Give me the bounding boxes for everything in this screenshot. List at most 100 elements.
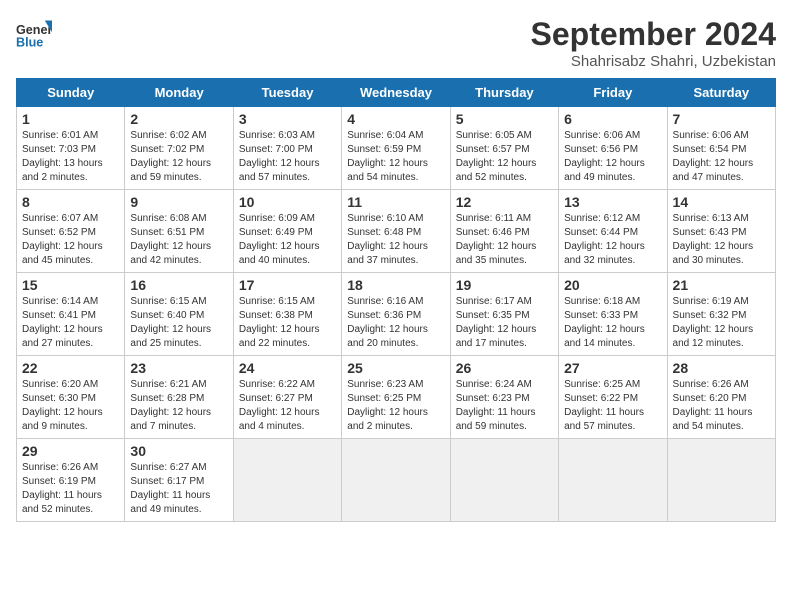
day-info: Sunrise: 6:06 AM Sunset: 6:54 PM Dayligh… [673,129,770,185]
calendar-cell: 27Sunrise: 6:25 AM Sunset: 6:22 PM Dayli… [559,356,667,439]
day-number: 6 [564,111,661,127]
day-number: 5 [456,111,553,127]
calendar-cell: 5Sunrise: 6:05 AM Sunset: 6:57 PM Daylig… [450,107,558,190]
calendar-table: SundayMondayTuesdayWednesdayThursdayFrid… [16,78,776,522]
calendar-cell: 15 Sunrise: 6:14 AM Sunset: 6:41 PM Dayli… [17,273,125,356]
calendar-cell: 29Sunrise: 6:26 AM Sunset: 6:19 PM Dayli… [17,439,125,522]
calendar-week-3: 15 Sunrise: 6:14 AM Sunset: 6:41 PM Dayli… [17,273,776,356]
calendar-cell: 14Sunrise: 6:13 AM Sunset: 6:43 PM Dayli… [667,190,775,273]
day-number: 15 [22,277,119,293]
day-number: 25 [347,360,444,376]
day-number: 23 [130,360,227,376]
calendar-cell [667,439,775,522]
calendar-cell: 17 Sunrise: 6:15 AM Sunset: 6:38 PM Dayli… [233,273,341,356]
day-info: Sunrise: 6:16 AM Sunset: 6:36 PM Dayligh… [347,295,444,351]
calendar-cell: 26 Sunrise: 6:24 AM Sunset: 6:23 PM Dayli… [450,356,558,439]
day-number: 11 [347,194,444,210]
day-number: 14 [673,194,770,210]
day-number: 13 [564,194,661,210]
day-info: Sunrise: 6:07 AM Sunset: 6:52 PM Dayligh… [22,212,119,268]
day-number: 12 [456,194,553,210]
weekday-header-friday: Friday [559,79,667,107]
day-info: Sunrise: 6:20 AM Sunset: 6:30 PM Dayligh… [22,378,119,434]
day-info: Sunrise: 6:10 AM Sunset: 6:48 PM Dayligh… [347,212,444,268]
day-number: 3 [239,111,336,127]
day-number: 1 [22,111,119,127]
day-number: 16 [130,277,227,293]
day-info: Sunrise: 6:04 AM Sunset: 6:59 PM Dayligh… [347,129,444,185]
location: Shahrisabz Shahri, Uzbekistan [531,53,776,70]
weekday-header-row: SundayMondayTuesdayWednesdayThursdayFrid… [17,79,776,107]
calendar-cell: 13 Sunrise: 6:12 AM Sunset: 6:44 PM Dayli… [559,190,667,273]
calendar-cell: 1 Sunrise: 6:01 AM Sunset: 7:03 PM Daylig… [17,107,125,190]
day-number: 26 [456,360,553,376]
day-info: Sunrise: 6:26 AM Sunset: 6:19 PM Dayligh… [22,461,119,517]
day-info: Sunrise: 6:18 AM Sunset: 6:33 PM Dayligh… [564,295,661,351]
calendar-week-5: 29Sunrise: 6:26 AM Sunset: 6:19 PM Dayli… [17,439,776,522]
title-area: September 2024 Shahrisabz Shahri, Uzbeki… [531,16,776,70]
day-info: Sunrise: 6:06 AM Sunset: 6:56 PM Dayligh… [564,129,661,185]
day-info: Sunrise: 6:19 AM Sunset: 6:32 PM Dayligh… [673,295,770,351]
day-info: Sunrise: 6:12 AM Sunset: 6:44 PM Dayligh… [564,212,661,268]
day-number: 9 [130,194,227,210]
day-info: Sunrise: 6:24 AM Sunset: 6:23 PM Dayligh… [456,378,553,434]
calendar-cell: 3 Sunrise: 6:03 AM Sunset: 7:00 PM Daylig… [233,107,341,190]
day-number: 22 [22,360,119,376]
day-number: 30 [130,443,227,459]
day-number: 24 [239,360,336,376]
weekday-header-monday: Monday [125,79,233,107]
weekday-header-wednesday: Wednesday [342,79,450,107]
calendar-cell: 2 Sunrise: 6:02 AM Sunset: 7:02 PM Daylig… [125,107,233,190]
day-number: 7 [673,111,770,127]
day-info: Sunrise: 6:03 AM Sunset: 7:00 PM Dayligh… [239,129,336,185]
day-info: Sunrise: 6:09 AM Sunset: 6:49 PM Dayligh… [239,212,336,268]
day-number: 27 [564,360,661,376]
day-info: Sunrise: 6:23 AM Sunset: 6:25 PM Dayligh… [347,378,444,434]
calendar-cell: 16 Sunrise: 6:15 AM Sunset: 6:40 PM Dayli… [125,273,233,356]
calendar-body: 1 Sunrise: 6:01 AM Sunset: 7:03 PM Daylig… [17,107,776,522]
calendar-cell: 10Sunrise: 6:09 AM Sunset: 6:49 PM Dayli… [233,190,341,273]
calendar-cell: 6 Sunrise: 6:06 AM Sunset: 6:56 PM Daylig… [559,107,667,190]
day-info: Sunrise: 6:26 AM Sunset: 6:20 PM Dayligh… [673,378,770,434]
day-info: Sunrise: 6:27 AM Sunset: 6:17 PM Dayligh… [130,461,227,517]
calendar-cell [559,439,667,522]
calendar-cell: 20 Sunrise: 6:18 AM Sunset: 6:33 PM Dayli… [559,273,667,356]
calendar-week-2: 8 Sunrise: 6:07 AM Sunset: 6:52 PM Daylig… [17,190,776,273]
day-number: 18 [347,277,444,293]
day-info: Sunrise: 6:02 AM Sunset: 7:02 PM Dayligh… [130,129,227,185]
calendar-cell: 8 Sunrise: 6:07 AM Sunset: 6:52 PM Daylig… [17,190,125,273]
calendar-cell [342,439,450,522]
day-number: 28 [673,360,770,376]
day-number: 8 [22,194,119,210]
calendar-cell: 18 Sunrise: 6:16 AM Sunset: 6:36 PM Dayli… [342,273,450,356]
day-number: 17 [239,277,336,293]
day-number: 2 [130,111,227,127]
day-info: Sunrise: 6:15 AM Sunset: 6:40 PM Dayligh… [130,295,227,351]
day-info: Sunrise: 6:17 AM Sunset: 6:35 PM Dayligh… [456,295,553,351]
calendar-cell: 12 Sunrise: 6:11 AM Sunset: 6:46 PM Dayli… [450,190,558,273]
page-header: General Blue September 2024 Shahrisabz S… [16,16,776,70]
day-number: 20 [564,277,661,293]
calendar-cell: 25 Sunrise: 6:23 AM Sunset: 6:25 PM Dayli… [342,356,450,439]
day-info: Sunrise: 6:01 AM Sunset: 7:03 PM Dayligh… [22,129,119,185]
day-info: Sunrise: 6:15 AM Sunset: 6:38 PM Dayligh… [239,295,336,351]
weekday-header-saturday: Saturday [667,79,775,107]
day-info: Sunrise: 6:22 AM Sunset: 6:27 PM Dayligh… [239,378,336,434]
calendar-week-1: 1 Sunrise: 6:01 AM Sunset: 7:03 PM Daylig… [17,107,776,190]
calendar-cell: 19Sunrise: 6:17 AM Sunset: 6:35 PM Dayli… [450,273,558,356]
weekday-header-thursday: Thursday [450,79,558,107]
calendar-week-4: 22 Sunrise: 6:20 AM Sunset: 6:30 PM Dayli… [17,356,776,439]
day-info: Sunrise: 6:11 AM Sunset: 6:46 PM Dayligh… [456,212,553,268]
calendar-cell: 28 Sunrise: 6:26 AM Sunset: 6:20 PM Dayli… [667,356,775,439]
calendar-cell: 30 Sunrise: 6:27 AM Sunset: 6:17 PM Dayli… [125,439,233,522]
calendar-cell: 11 Sunrise: 6:10 AM Sunset: 6:48 PM Dayli… [342,190,450,273]
day-number: 21 [673,277,770,293]
day-info: Sunrise: 6:14 AM Sunset: 6:41 PM Dayligh… [22,295,119,351]
day-info: Sunrise: 6:08 AM Sunset: 6:51 PM Dayligh… [130,212,227,268]
weekday-header-tuesday: Tuesday [233,79,341,107]
day-number: 4 [347,111,444,127]
calendar-cell [233,439,341,522]
logo: General Blue [16,16,52,52]
day-info: Sunrise: 6:21 AM Sunset: 6:28 PM Dayligh… [130,378,227,434]
weekday-header-sunday: Sunday [17,79,125,107]
